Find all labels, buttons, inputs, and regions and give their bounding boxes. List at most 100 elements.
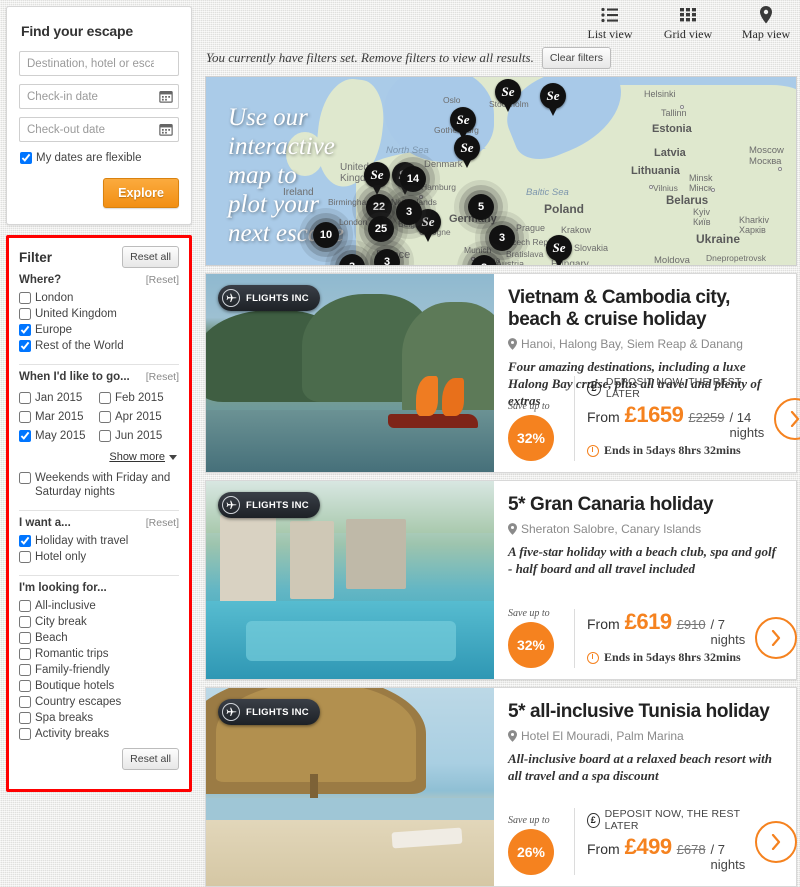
checkbox-mar-2015[interactable]	[19, 410, 31, 423]
result-card-location: Hanoi, Halong Bay, Siem Reap & Danang	[508, 337, 782, 351]
explore-button[interactable]: Explore	[103, 178, 179, 208]
checkbox-feb-2015[interactable]	[99, 391, 111, 404]
checkbox-all-inclusive[interactable]	[19, 600, 31, 612]
filter-option-weekends[interactable]: Weekends with Friday and Saturday nights	[19, 471, 179, 499]
chevron-right-icon	[791, 410, 800, 427]
map-cluster-pin[interactable]: 3	[396, 199, 422, 225]
map-pin-se[interactable]: Se	[546, 235, 572, 265]
checkbox-london[interactable]	[19, 292, 31, 304]
image-shape-pool-highlight	[246, 621, 456, 661]
checkbox-holiday-with-travel[interactable]	[19, 535, 31, 547]
filter-option-mar-2015[interactable]: Mar 2015	[19, 410, 99, 424]
map-pin-se[interactable]: Se	[364, 162, 390, 195]
reset-all-bottom-button[interactable]: Reset all	[122, 748, 179, 770]
checkbox-europe[interactable]	[19, 324, 31, 336]
checkbox-hotel-only[interactable]	[19, 551, 31, 563]
filter-option-jun-2015[interactable]: Jun 2015	[99, 429, 179, 443]
filter-option-europe[interactable]: Europe	[19, 323, 179, 337]
checkout-date-input[interactable]	[19, 117, 179, 142]
filter-option-spa-breaks[interactable]: Spa breaks	[19, 711, 179, 725]
result-card-price-zone: Save up to 32% £ DEPOSIT NOW, THE REST L…	[508, 376, 800, 461]
plane-icon	[222, 289, 240, 307]
filter-option-hotel-only[interactable]: Hotel only	[19, 550, 179, 564]
map-cluster-pin[interactable]: 3	[489, 225, 515, 251]
filter-option-family-friendly[interactable]: Family-friendly	[19, 663, 179, 677]
result-card[interactable]: FLIGHTS INC Vietnam & Cambodia city, bea…	[205, 273, 800, 473]
deposit-text: DEPOSIT NOW, THE REST LATER	[604, 808, 741, 832]
filter-option-feb-2015[interactable]: Feb 2015	[99, 391, 179, 405]
from-row: From £499 £678 / 7 nights	[587, 834, 745, 872]
filter-title: Filter	[19, 250, 53, 265]
filter-option-city-break[interactable]: City break	[19, 615, 179, 629]
filter-option-may-2015[interactable]: May 2015	[19, 429, 99, 443]
filter-option-rest-of-the-world[interactable]: Rest of the World	[19, 339, 179, 353]
clear-filters-button[interactable]: Clear filters	[541, 47, 611, 69]
checkbox-rest-of-the-world[interactable]	[19, 340, 31, 352]
result-card[interactable]: FLIGHTS INC 5* Gran Canaria holiday Sher…	[205, 480, 798, 680]
view-deal-arrow-button[interactable]	[774, 397, 800, 440]
ends-text: Ends in 5days 8hrs 32mins	[604, 443, 741, 457]
checkbox-apr-2015[interactable]	[99, 410, 111, 423]
map-label-hamburg: Hamburg	[421, 182, 456, 192]
checkin-date-input[interactable]	[19, 84, 179, 109]
filter-option-all-inclusive[interactable]: All-inclusive	[19, 599, 179, 613]
deposit-row: £ DEPOSIT NOW, THE REST LATER	[587, 808, 745, 832]
filter-option-activity-breaks[interactable]: Activity breaks	[19, 727, 179, 741]
filter-option-jan-2015[interactable]: Jan 2015	[19, 391, 99, 405]
map-pin-se[interactable]: Se	[450, 107, 476, 140]
destination-input[interactable]	[19, 51, 179, 76]
checkbox-united-kingdom[interactable]	[19, 308, 31, 320]
reset-where-link[interactable]: [Reset]	[146, 274, 179, 286]
filter-option-united-kingdom[interactable]: United Kingdom	[19, 307, 179, 321]
checkbox-family-friendly[interactable]	[19, 664, 31, 676]
filter-option-country-escapes[interactable]: Country escapes	[19, 695, 179, 709]
label-boutique-hotels: Boutique hotels	[35, 680, 115, 692]
checkbox-country-escapes[interactable]	[19, 696, 31, 708]
map-pin-se[interactable]: Se	[540, 83, 566, 116]
result-card[interactable]: FLIGHTS INC 5* all-inclusive Tunisia hol…	[205, 687, 798, 887]
checkbox-jun-2015[interactable]	[99, 429, 111, 442]
filter-option-boutique-hotels[interactable]: Boutique hotels	[19, 679, 179, 693]
view-deal-arrow-button[interactable]	[755, 820, 798, 863]
interactive-map-banner[interactable]: Use our interactive map to plot your next es…	[205, 76, 797, 266]
filter-option-beach[interactable]: Beach	[19, 631, 179, 645]
filter-option-london[interactable]: London	[19, 291, 179, 305]
flights-inc-badge-label: FLIGHTS INC	[246, 499, 309, 511]
view-option-list[interactable]: List view	[582, 4, 638, 42]
save-label: Save up to	[508, 401, 550, 412]
map-cluster-pin[interactable]: 5	[468, 194, 494, 220]
map-cluster-pin[interactable]: 25	[368, 216, 394, 242]
map-pin-se[interactable]: Se	[454, 135, 480, 168]
label-all-inclusive: All-inclusive	[35, 600, 96, 612]
reset-want-link[interactable]: [Reset]	[146, 517, 179, 529]
checkbox-city-break[interactable]	[19, 616, 31, 628]
map-cluster-pin[interactable]: 14	[400, 166, 426, 192]
show-more-link[interactable]: Show more	[109, 451, 165, 463]
map-cluster-pin[interactable]: 10	[313, 222, 339, 248]
checkbox-boutique-hotels[interactable]	[19, 680, 31, 692]
map-label-moscow: Moscow Москва	[749, 145, 784, 167]
checkbox-weekends[interactable]	[19, 472, 31, 484]
view-option-map[interactable]: Map view	[738, 4, 794, 42]
checkbox-jan-2015[interactable]	[19, 391, 31, 404]
checkbox-spa-breaks[interactable]	[19, 712, 31, 724]
filter-option-romantic-trips[interactable]: Romantic trips	[19, 647, 179, 661]
filter-section-where-title: Where?	[19, 274, 62, 286]
filter-option-holiday-with-travel[interactable]: Holiday with travel	[19, 534, 179, 548]
map-label-moldova: Moldova	[654, 255, 690, 266]
checkbox-beach[interactable]	[19, 632, 31, 644]
checkbox-activity-breaks[interactable]	[19, 728, 31, 740]
page-root: Find your escape Destination, hotel or e…	[0, 0, 800, 887]
map-pin-se[interactable]: Se	[495, 79, 521, 112]
reset-all-top-button[interactable]: Reset all	[122, 246, 179, 268]
view-deal-arrow-button[interactable]	[755, 617, 798, 659]
price-column: £ DEPOSIT NOW, THE REST LATER From £499 …	[574, 808, 745, 875]
reset-when-link[interactable]: [Reset]	[146, 371, 179, 383]
checkbox-may-2015[interactable]	[19, 429, 31, 442]
price-was: £910	[676, 617, 706, 632]
checkbox-romantic-trips[interactable]	[19, 648, 31, 660]
filter-option-apr-2015[interactable]: Apr 2015	[99, 410, 179, 424]
map-pin-icon	[738, 4, 794, 26]
view-option-grid[interactable]: Grid view	[660, 4, 716, 42]
flexible-dates-checkbox[interactable]	[20, 152, 32, 164]
